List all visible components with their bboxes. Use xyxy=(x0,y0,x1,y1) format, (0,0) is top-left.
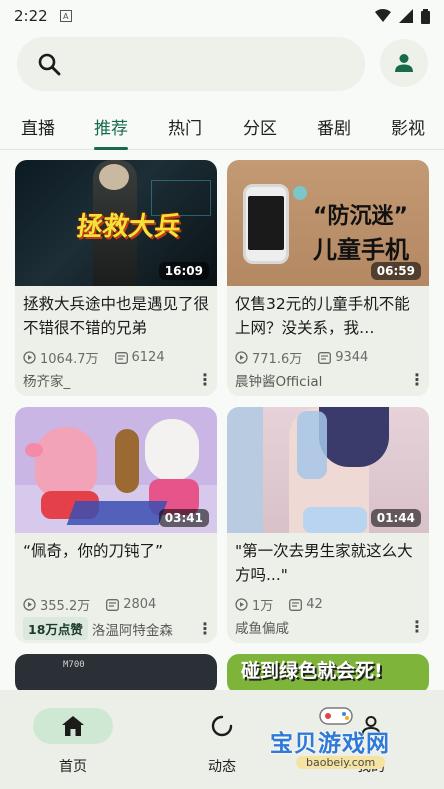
nav-label: 动态 xyxy=(208,759,236,775)
video-title: “佩奇，你的刀钝了” xyxy=(23,542,164,560)
more-options-icon[interactable]: ⋮ xyxy=(197,620,213,636)
author-row: 晨钟酱Official ⋮ xyxy=(235,370,425,391)
play-count-icon xyxy=(23,351,36,364)
video-card[interactable]: M700 xyxy=(15,654,217,694)
tab-live[interactable]: 直播 xyxy=(21,114,55,139)
person-icon xyxy=(395,54,413,72)
thumbnail-caption: 拯救大兵 xyxy=(74,212,183,242)
video-title: 拯救大兵途中也是遇见了很不错很不错的兄弟 xyxy=(23,295,210,337)
view-count: 355.2万 xyxy=(40,599,91,614)
video-thumbnail[interactable]: 拯救大兵 16:09 xyxy=(15,160,217,286)
app-notification-icon: A xyxy=(59,10,72,22)
more-options-icon[interactable]: ⋮ xyxy=(409,619,425,635)
video-card[interactable]: 01:44 "第一次去男生家就这么大方吗..." 1万 42 咸鱼偏咸 ⋮ xyxy=(227,407,429,643)
status-bar: 2:22 A xyxy=(0,0,444,32)
view-count: 771.6万 xyxy=(252,352,303,367)
account-button[interactable] xyxy=(380,39,428,87)
active-tab-indicator xyxy=(94,147,128,150)
home-icon xyxy=(62,716,84,736)
likes-badge: 18万点赞 xyxy=(23,617,88,640)
danmaku-count: 42 xyxy=(306,597,323,612)
author-name[interactable]: 杨齐家_ xyxy=(23,370,70,390)
video-thumbnail[interactable]: 03:41 xyxy=(15,407,217,533)
play-count-icon xyxy=(235,598,248,611)
thumbnail-caption: 碰到绿色就会死! xyxy=(241,660,383,682)
nav-home[interactable]: 首页 xyxy=(18,708,128,776)
wifi-icon xyxy=(375,9,391,22)
tab-hot[interactable]: 热门 xyxy=(168,114,202,139)
play-count-icon xyxy=(23,598,36,611)
video-duration: 16:09 xyxy=(158,262,209,280)
video-duration: 03:41 xyxy=(158,509,209,527)
danmaku-count: 2804 xyxy=(123,597,157,612)
status-time: 2:22 xyxy=(14,7,48,25)
video-card[interactable]: 拯救大兵 16:09 拯救大兵途中也是遇见了很不错很不错的兄弟 1064.7万 … xyxy=(15,160,217,396)
video-duration: 06:59 xyxy=(370,262,421,280)
video-stats: 1万 42 xyxy=(235,595,323,614)
tab-anime[interactable]: 番剧 xyxy=(317,114,351,139)
video-thumbnail[interactable]: “防沉迷” 儿童手机 06:59 xyxy=(227,160,429,286)
video-thumbnail[interactable]: 01:44 xyxy=(227,407,429,533)
author-row: 咸鱼偏咸 ⋮ xyxy=(235,617,425,638)
tab-movies[interactable]: 影视 xyxy=(391,114,425,139)
danmaku-icon xyxy=(106,598,120,611)
author-row: 18万点赞 洛温阿特金森 ⋮ xyxy=(23,617,213,640)
watermark-text: 宝贝游戏网 xyxy=(270,731,390,757)
more-options-icon[interactable]: ⋮ xyxy=(197,372,213,388)
author-name[interactable]: 咸鱼偏咸 xyxy=(235,617,289,637)
video-card[interactable]: 03:41 “佩奇，你的刀钝了” 355.2万 2804 18万点赞 洛温阿特金… xyxy=(15,407,217,643)
author-name[interactable]: 洛温阿特金森 xyxy=(92,619,173,639)
watermark-logo: 宝贝游戏网 baobeiy.com xyxy=(262,706,412,776)
video-stats: 771.6万 9344 xyxy=(235,348,368,367)
play-count-icon xyxy=(235,351,248,364)
danmaku-count: 6124 xyxy=(131,350,165,365)
danmaku-icon xyxy=(114,351,128,364)
view-count: 1064.7万 xyxy=(40,352,99,367)
watermark-url: baobeiy.com xyxy=(296,756,386,769)
more-options-icon[interactable]: ⋮ xyxy=(409,372,425,388)
thumbnail-caption: “防沉迷” xyxy=(313,204,408,229)
tab-categories[interactable]: 分区 xyxy=(243,114,277,139)
video-card[interactable]: “防沉迷” 儿童手机 06:59 仅售32元的儿童手机不能上网？没关系，我… 7… xyxy=(227,160,429,396)
video-title: "第一次去男生家就这么大方吗..." xyxy=(235,542,413,584)
video-stats: 355.2万 2804 xyxy=(23,595,156,614)
author-name[interactable]: 晨钟酱Official xyxy=(235,370,322,390)
signal-icon xyxy=(399,9,413,23)
video-duration: 01:44 xyxy=(370,509,421,527)
nav-dynamic[interactable]: 动态 xyxy=(167,708,277,776)
danmaku-count: 9344 xyxy=(335,350,369,365)
author-row: 杨齐家_ ⋮ xyxy=(23,370,213,391)
category-tabs: 直播 推荐 热门 分区 番剧 影视 xyxy=(0,104,444,150)
refresh-icon xyxy=(211,715,233,737)
thumbnail-caption: 儿童手机 xyxy=(313,236,409,264)
video-stats: 1064.7万 6124 xyxy=(23,348,165,367)
thumbnail-caption: M700 xyxy=(63,660,85,670)
nav-label: 首页 xyxy=(59,759,87,775)
video-title: 仅售32元的儿童手机不能上网？没关系，我… xyxy=(235,295,410,337)
view-count: 1万 xyxy=(252,599,274,614)
search-bar[interactable] xyxy=(17,37,365,91)
search-icon xyxy=(38,53,61,76)
danmaku-icon xyxy=(289,598,303,611)
tab-recommend[interactable]: 推荐 xyxy=(94,114,128,139)
battery-icon xyxy=(421,8,430,24)
danmaku-icon xyxy=(318,351,332,364)
video-card[interactable]: 碰到绿色就会死! xyxy=(227,654,429,694)
